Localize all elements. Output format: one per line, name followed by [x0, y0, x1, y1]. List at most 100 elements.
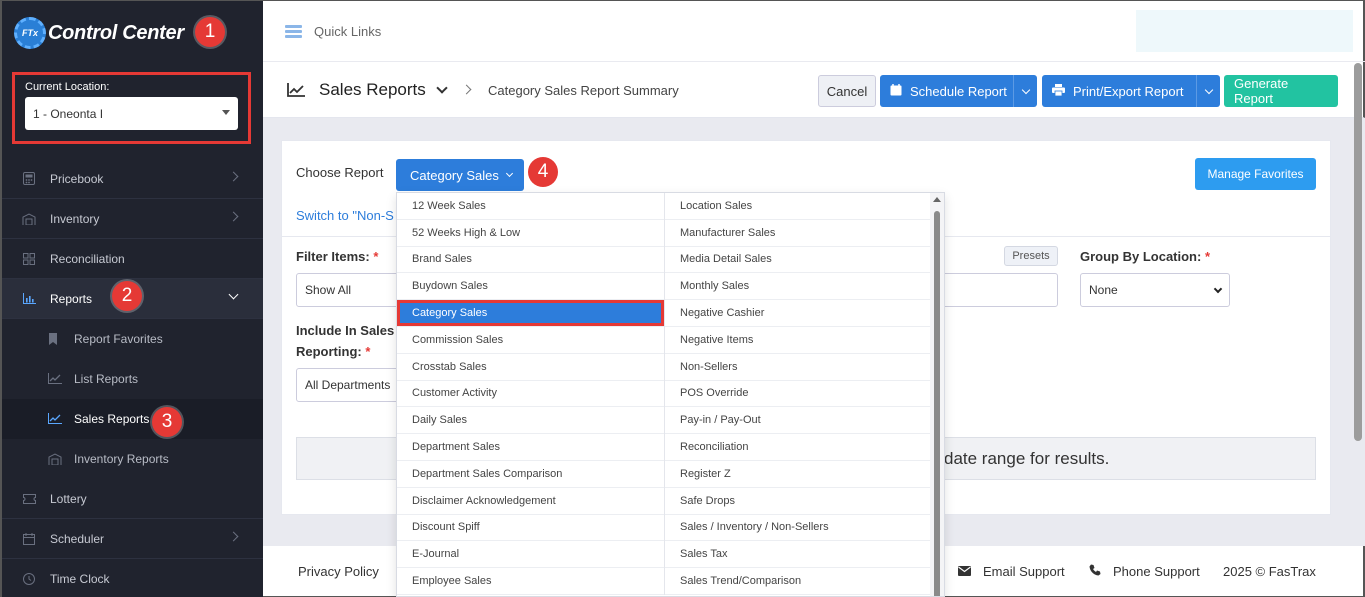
report-menu-item[interactable]: Sales Trend/Comparison — [665, 568, 932, 595]
report-menu-item[interactable]: Buydown Sales — [397, 273, 664, 301]
choose-report-label: Choose Report — [296, 165, 384, 180]
selected-report-label: Category Sales — [410, 167, 499, 183]
privacy-policy-link[interactable]: Privacy Policy — [298, 564, 379, 579]
ticket-icon — [22, 492, 36, 506]
scrollbar-thumb[interactable] — [934, 211, 940, 596]
report-menu-item[interactable]: Monthly Sales — [665, 273, 932, 301]
report-menu-item[interactable]: Disclaimer Acknowledgement — [397, 488, 664, 515]
sidebar-item-lottery[interactable]: Lottery — [2, 479, 263, 519]
sidebar-item-label: Pricebook — [50, 171, 104, 186]
sidebar-subitem-list-reports[interactable]: List Reports — [2, 359, 263, 399]
calendar-icon — [22, 532, 36, 546]
caret-down-icon — [222, 110, 230, 115]
report-menu-item[interactable]: Customer Activity — [397, 381, 664, 408]
line-chart-icon — [48, 373, 62, 385]
warehouse-icon — [48, 453, 62, 465]
logo-text: FTx — [21, 28, 38, 38]
report-menu-item[interactable]: E-Journal — [397, 541, 664, 569]
chevron-right-icon — [228, 531, 239, 542]
page-scrollbar[interactable] — [1354, 63, 1362, 441]
required-marker: * — [365, 344, 371, 359]
sidebar-subitem-inventory-reports[interactable]: Inventory Reports — [2, 439, 263, 479]
report-type-selector[interactable]: Sales Reports — [287, 80, 448, 100]
sidebar-item-label: Reports — [50, 291, 93, 306]
report-menu-item[interactable]: Negative Items — [665, 327, 932, 354]
report-menu-item[interactable]: Commission Sales — [397, 327, 664, 354]
line-chart-icon — [48, 413, 62, 425]
gear-logo-icon: FTx — [14, 17, 46, 49]
report-menu-item[interactable]: Department Sales — [397, 434, 664, 461]
sidebar-item-label: Inventory — [50, 211, 100, 226]
sidebar-item-label: Time Clock — [50, 571, 110, 586]
phone-support-label: Phone Support — [1113, 564, 1200, 579]
schedule-dropdown-toggle[interactable] — [1013, 75, 1037, 107]
manage-favorites-button[interactable]: Manage Favorites — [1195, 158, 1316, 190]
chevron-down-icon — [1213, 284, 1223, 294]
page-title: Sales Reports — [319, 80, 426, 99]
report-menu-item[interactable]: Negative Cashier — [665, 300, 932, 327]
report-dropdown-button[interactable]: Category Sales — [396, 159, 524, 191]
report-menu-item[interactable]: 12 Week Sales — [397, 193, 664, 220]
report-menu-item[interactable]: POS Override — [665, 381, 932, 408]
sidebar-item-scheduler[interactable]: Scheduler — [2, 519, 263, 559]
group-by-location-select[interactable]: None — [1080, 273, 1230, 307]
step-badge-1: 1 — [195, 17, 225, 47]
top-bar: Quick Links — [263, 0, 1365, 61]
menu-scrollbar[interactable] — [930, 193, 944, 596]
top-right-panel — [1136, 10, 1353, 52]
report-menu-item[interactable]: Department Sales Comparison — [397, 461, 664, 488]
generate-report-button[interactable]: Generate Report — [1224, 75, 1338, 107]
calculator-icon — [22, 172, 36, 186]
schedule-report-button[interactable]: Schedule Report — [880, 75, 1037, 107]
location-select[interactable]: 1 - Oneonta I — [25, 97, 238, 130]
report-menu-item[interactable]: 52 Weeks High & Low — [397, 220, 664, 247]
report-menu-item[interactable]: Media Detail Sales — [665, 247, 932, 274]
clock-icon — [22, 572, 36, 586]
phone-support-link[interactable]: Phone Support — [1089, 564, 1200, 579]
include-in-sales-label: Include In Sales — [296, 323, 395, 338]
report-menu-item[interactable]: Brand Sales — [397, 247, 664, 274]
report-menu-item[interactable]: Daily Sales — [397, 407, 664, 435]
report-menu-item[interactable]: Non-Sellers — [665, 354, 932, 381]
brand-name: Control Center — [48, 21, 184, 44]
sidebar-subitem-sales-reports[interactable]: Sales Reports — [2, 399, 263, 439]
report-menu-item[interactable]: Crosstab Sales — [397, 354, 664, 381]
cancel-button[interactable]: Cancel — [818, 75, 876, 107]
schedule-report-label: Schedule Report — [910, 83, 1007, 99]
report-menu-item[interactable]: Location Sales — [665, 193, 932, 220]
report-menu-item[interactable]: Employee Sales — [397, 568, 664, 595]
print-export-label: Print/Export Report — [1073, 83, 1184, 99]
report-menu-item[interactable]: Safe Drops — [665, 488, 932, 515]
bar-chart-icon — [22, 292, 36, 306]
sidebar-item-time-clock[interactable]: Time Clock — [2, 559, 263, 597]
print-dropdown-toggle[interactable] — [1196, 75, 1220, 107]
chevron-down-icon — [1021, 85, 1030, 94]
switch-report-link[interactable]: Switch to "Non-S — [296, 208, 394, 223]
required-marker: * — [1204, 249, 1211, 264]
breadcrumb: Category Sales Report Summary — [488, 83, 679, 98]
report-menu-item[interactable]: Sales Tax — [665, 541, 932, 569]
printer-icon — [1052, 83, 1065, 99]
email-support-link[interactable]: Email Support — [958, 564, 1065, 579]
chevron-right-icon — [228, 171, 239, 182]
scroll-up-arrow-icon[interactable] — [933, 197, 941, 202]
chevron-right-icon — [461, 84, 472, 95]
report-menu-item[interactable]: Manufacturer Sales — [665, 220, 932, 247]
print-export-button[interactable]: Print/Export Report — [1042, 75, 1220, 107]
sidebar-item-reconciliation[interactable]: Reconciliation — [2, 239, 263, 279]
sidebar-item-inventory[interactable]: Inventory — [2, 199, 263, 239]
sidebar-subitem-report-favorites[interactable]: Report Favorites — [2, 319, 263, 359]
sidebar-item-pricebook[interactable]: Pricebook — [2, 159, 263, 199]
report-menu-item[interactable]: Register Z — [665, 461, 932, 488]
step-badge-4: 4 — [528, 157, 558, 187]
sidebar-nav: Pricebook Inventory Reconciliation Repor… — [2, 159, 263, 597]
report-menu-item[interactable]: Pay-in / Pay-Out — [665, 407, 932, 435]
quick-links-label: Quick Links — [314, 24, 382, 39]
report-menu-item[interactable]: Category Sales — [397, 300, 664, 327]
quick-links[interactable]: Quick Links — [285, 23, 381, 40]
report-menu-item[interactable]: Sales / Inventory / Non-Sellers — [665, 515, 932, 542]
report-menu-item[interactable]: Discount Spiff — [397, 515, 664, 542]
presets-button[interactable]: Presets — [1004, 246, 1058, 266]
report-menu-item[interactable]: Reconciliation — [665, 434, 932, 461]
brand[interactable]: FTx Control Center — [14, 13, 184, 53]
